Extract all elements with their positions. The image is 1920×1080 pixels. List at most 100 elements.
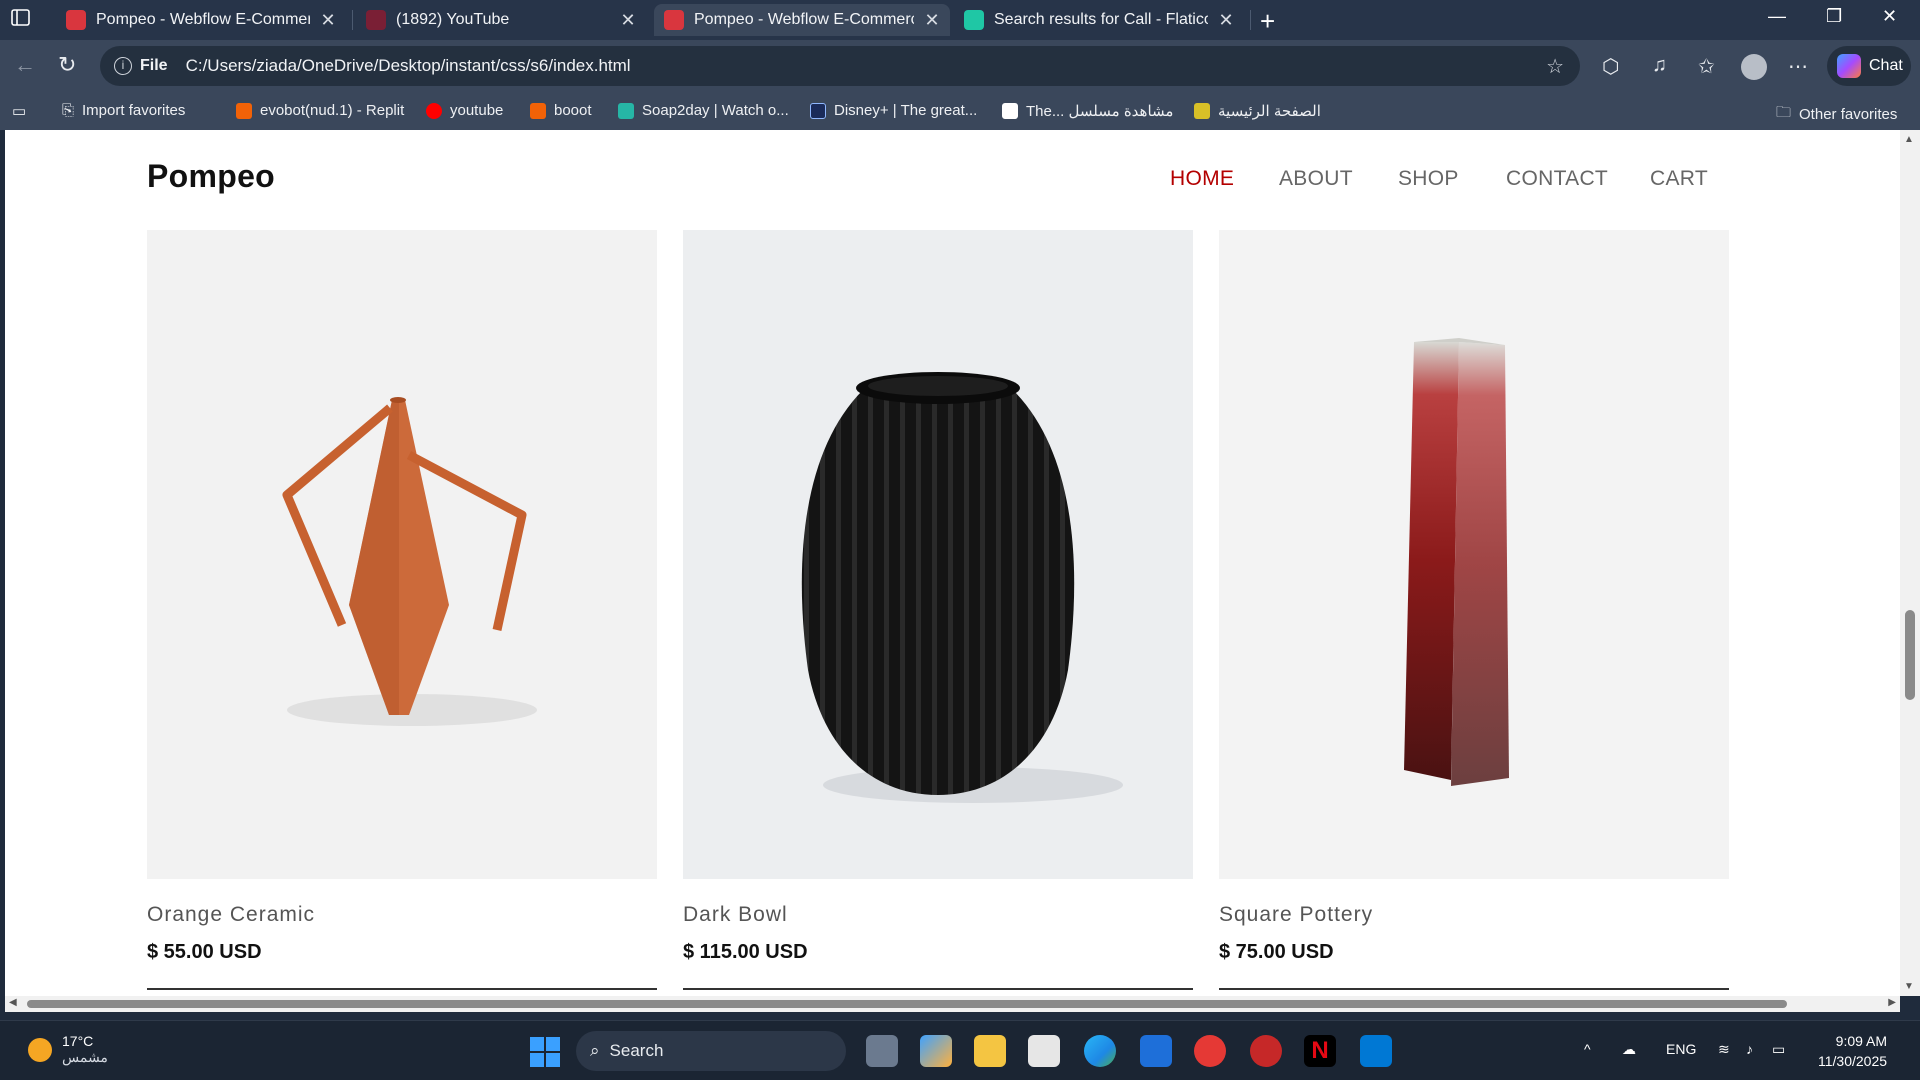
address-bar[interactable]: i File C:/Users/ziada/OneDrive/Desktop/i… (100, 46, 1580, 86)
close-window-icon[interactable]: ✕ (1882, 6, 1897, 27)
fav-soap2day[interactable]: Soap2day | Watch o... (618, 102, 789, 119)
collections-icon[interactable]: ▭ (12, 102, 26, 120)
fav-label: Other favorites (1799, 106, 1898, 123)
fav-label: Import favorites (82, 102, 186, 119)
tab-strip: Pompeo - Webflow E-Commerce ✕ (1892) You… (0, 0, 1920, 40)
weather-temp: 17°C (62, 1033, 94, 1049)
onedrive-icon[interactable]: ☁ (1622, 1041, 1636, 1058)
chat-button[interactable]: Chat (1827, 46, 1911, 86)
nav-cart[interactable]: CART (1650, 167, 1708, 191)
pompeo-favicon-icon (664, 10, 684, 30)
scrollbar-thumb[interactable] (1905, 610, 1915, 700)
tab-actions-icon[interactable] (10, 8, 40, 32)
product-image[interactable] (1219, 230, 1729, 879)
profile-avatar[interactable] (1741, 54, 1767, 80)
favorites-icon[interactable]: ✩ (1698, 54, 1715, 79)
nav-contact[interactable]: CONTACT (1506, 167, 1608, 191)
fav-replit-evobot[interactable]: evobot(nud.1) - Replit (236, 102, 404, 119)
close-icon[interactable]: ✕ (924, 10, 940, 31)
edge-icon[interactable] (1084, 1035, 1116, 1067)
media-icon[interactable]: ♫ (1652, 54, 1667, 77)
clock[interactable]: 9:09 AM 11/30/2025 (1818, 1031, 1887, 1071)
restore-icon[interactable]: ❐ (1826, 6, 1842, 27)
tab-youtube[interactable]: (1892) YouTube ✕ (356, 4, 646, 36)
product-price: $ 75.00 USD (1219, 941, 1334, 963)
product-image[interactable] (147, 230, 657, 879)
flaticon-favicon-icon (964, 10, 984, 30)
minimize-icon[interactable]: — (1768, 6, 1786, 27)
product-card[interactable]: Square Pottery $ 75.00 USD (1219, 230, 1729, 990)
product-image[interactable] (683, 230, 1193, 879)
close-icon[interactable]: ✕ (620, 10, 636, 31)
close-icon[interactable]: ✕ (320, 10, 336, 31)
fav-label: الصفحة الرئيسية (1218, 103, 1321, 120)
app-icon[interactable] (1250, 1035, 1282, 1067)
back-icon[interactable]: ← (14, 52, 36, 78)
netflix-icon[interactable]: N (1304, 1035, 1336, 1067)
vertical-scrollbar[interactable]: ▲ ▼ (1900, 130, 1920, 996)
volume-icon[interactable]: ♪ (1746, 1041, 1753, 1057)
fav-series-site[interactable]: The... مشاهدة مسلسل (1002, 102, 1173, 120)
new-tab-button[interactable]: + (1260, 6, 1275, 37)
search-icon: ⌕ (590, 1041, 600, 1060)
store-icon[interactable] (1028, 1035, 1060, 1067)
vscode-icon[interactable] (1360, 1035, 1392, 1067)
battery-icon[interactable]: ▭ (1772, 1041, 1785, 1058)
clock-date: 11/30/2025 (1818, 1053, 1888, 1069)
nav-home[interactable]: HOME (1170, 167, 1234, 191)
scrollbar-thumb[interactable] (27, 1000, 1787, 1008)
tab-flaticon[interactable]: Search results for Call - Flaticon ✕ (954, 4, 1244, 36)
tab-title: Pompeo - Webflow E-Commerce (694, 11, 914, 28)
fav-other-favorites[interactable]: 🗀 Other favorites (1776, 102, 1897, 127)
nav-shop[interactable]: SHOP (1398, 167, 1459, 191)
fav-import-favorites[interactable]: ⎘ Import favorites (62, 102, 185, 119)
media-player-icon[interactable] (1194, 1035, 1226, 1067)
fav-home-page[interactable]: الصفحة الرئيسية (1194, 102, 1321, 120)
site-brand[interactable]: Pompeo (147, 158, 275, 195)
fav-youtube[interactable]: youtube (426, 102, 503, 119)
clock-time: 9:09 AM (1835, 1033, 1888, 1049)
extensions-icon[interactable]: ⬡ (1602, 54, 1619, 79)
import-icon: ⎘ (62, 102, 75, 119)
scroll-left-icon[interactable]: ◀ (9, 997, 17, 1008)
product-name[interactable]: Orange Ceramic (147, 903, 657, 927)
url-text[interactable]: C:/Users/ziada/OneDrive/Desktop/instant/… (186, 56, 631, 76)
language-indicator[interactable]: ENG (1666, 1041, 1696, 1057)
close-icon[interactable]: ✕ (1218, 10, 1234, 31)
nav-about[interactable]: ABOUT (1279, 167, 1353, 191)
fav-label: youtube (450, 102, 504, 119)
horizontal-scrollbar[interactable]: ◀ ▶ (5, 996, 1900, 1012)
fav-label: Disney+ | The great... (834, 102, 978, 119)
file-explorer-icon[interactable] (974, 1035, 1006, 1067)
pompeo-favicon-icon (66, 10, 86, 30)
soap2day-icon (618, 102, 634, 119)
wifi-icon[interactable]: ≋ (1718, 1041, 1730, 1058)
chevron-up-icon[interactable]: ^ (1584, 1041, 1591, 1057)
more-icon[interactable]: ⋯ (1788, 54, 1808, 79)
product-card[interactable]: Dark Bowl $ 115.00 USD (683, 230, 1193, 990)
task-view-icon[interactable] (866, 1035, 898, 1067)
product-name[interactable]: Dark Bowl (683, 903, 1193, 927)
outlook-icon[interactable] (1140, 1035, 1172, 1067)
tab-pompeo-1[interactable]: Pompeo - Webflow E-Commerce ✕ (56, 4, 346, 36)
scroll-down-icon[interactable]: ▼ (1904, 981, 1914, 992)
taskbar-search[interactable]: ⌕ Search (576, 1031, 846, 1071)
fav-disney[interactable]: Disney+ | The great... (810, 102, 977, 119)
fav-booot[interactable]: booot (530, 102, 592, 119)
site-header: Pompeo HOME ABOUT SHOP CONTACT CART (5, 130, 1900, 230)
start-button[interactable] (530, 1037, 560, 1067)
info-icon[interactable]: i (114, 57, 132, 75)
copilot-app-icon[interactable] (920, 1035, 952, 1067)
product-price: $ 115.00 USD (683, 941, 808, 963)
favorite-star-icon[interactable]: ☆ (1546, 54, 1564, 79)
taskbar: 17°C مشمس ⌕ Search N ^ ☁ ENG ≋ ♪ ▭ 9:09 … (0, 1020, 1920, 1080)
scroll-right-icon[interactable]: ▶ (1888, 997, 1896, 1008)
weather-widget[interactable]: 17°C مشمس (28, 1033, 108, 1066)
product-card[interactable]: Orange Ceramic $ 55.00 USD (147, 230, 657, 990)
tab-pompeo-active[interactable]: Pompeo - Webflow E-Commerce ✕ (654, 4, 950, 36)
scroll-up-icon[interactable]: ▲ (1904, 134, 1914, 145)
product-name[interactable]: Square Pottery (1219, 903, 1729, 927)
fav-label: Soap2day | Watch o... (642, 102, 789, 119)
refresh-icon[interactable]: ↻ (58, 52, 76, 78)
search-label: Search (609, 1041, 664, 1060)
